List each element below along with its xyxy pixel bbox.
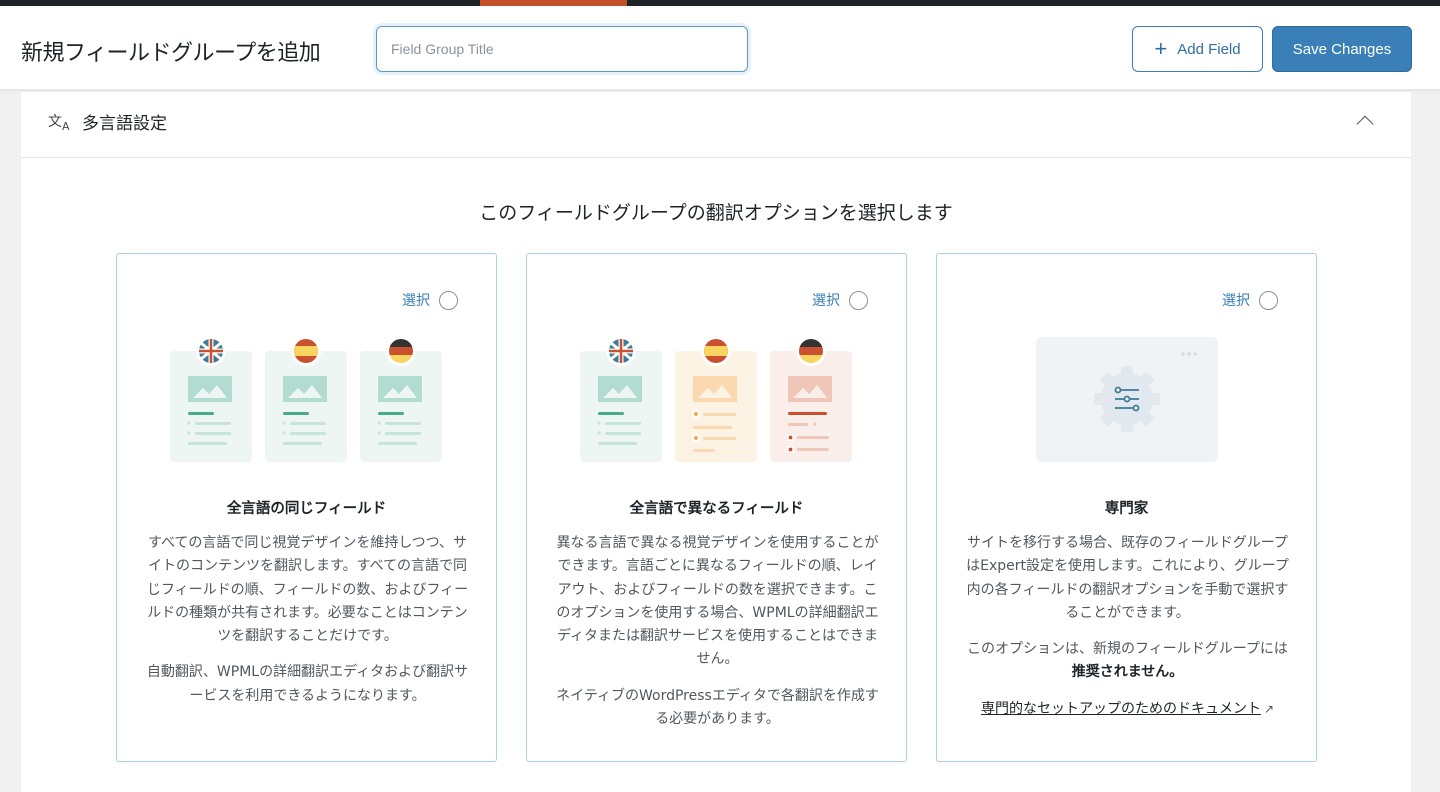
page-header: 新規フィールドグループを追加 + Add Field Save Changes [0, 6, 1440, 90]
select-label: 選択 [812, 293, 840, 309]
recommendation-note: このオプションは、新規のフィールドグループには推奨されません。 [963, 638, 1292, 685]
add-field-button[interactable]: + Add Field [1132, 26, 1263, 72]
expert-illustration [1036, 337, 1218, 462]
panel-header[interactable]: 文A 多言語設定 [21, 92, 1411, 158]
select-label: 選択 [402, 293, 430, 309]
uk-flag-icon [606, 336, 636, 366]
save-changes-button[interactable]: Save Changes [1272, 26, 1412, 72]
different-fields-illustration [580, 336, 852, 462]
card-title: 全言語で異なるフィールド [629, 501, 804, 517]
translate-icon: 文A [48, 114, 70, 133]
external-link-icon: ↗ [1263, 701, 1275, 716]
note-text: このオプションは、新規のフィールドグループには [967, 641, 1288, 658]
germany-flag-icon [386, 336, 416, 366]
card-description: サイトを移行する場合、既存のフィールドグループはExpert設定を使用します。こ… [963, 532, 1292, 734]
select-label: 選択 [1222, 293, 1250, 309]
multilingual-settings-panel: 文A 多言語設定 このフィールドグループの翻訳オプションを選択します 選択 全言… [21, 92, 1411, 792]
page-title: 新規フィールドグループを追加 [21, 41, 321, 66]
same-fields-illustration [170, 336, 442, 462]
card-title: 全言語の同じフィールド [226, 501, 387, 517]
select-radio[interactable]: 選択 [402, 290, 458, 310]
card-description: 異なる言語で異なる視覚デザインを使用することができます。言語ごとに異なるフィール… [553, 532, 882, 744]
plus-icon: + [1154, 36, 1168, 61]
uk-flag-icon [196, 336, 226, 366]
field-group-title-input[interactable] [376, 26, 748, 72]
select-radio[interactable]: 選択 [812, 290, 868, 310]
card-description: すべての言語で同じ視覚デザインを維持しつつ、サイトのコンテンツを翻訳します。すべ… [143, 532, 472, 721]
description-paragraph: すべての言語で同じ視覚デザインを維持しつつ、サイトのコンテンツを翻訳します。すべ… [146, 535, 469, 645]
description-paragraph: ネイティブのWordPressエディタで各翻訳を作成する必要があります。 [556, 687, 879, 728]
description-paragraph: サイトを移行する場合、既存のフィールドグループはExpert設定を使用します。こ… [966, 535, 1289, 621]
option-card-same-fields[interactable]: 選択 全言語の同じフィールド すべての言語で同じ視覚デザインを維持しつつ、サイト… [116, 253, 497, 762]
radio-button[interactable] [439, 290, 458, 310]
description-paragraph: 異なる言語で異なる視覚デザインを使用することができます。言語ごとに異なるフィール… [556, 535, 879, 668]
note-bold: 推奨されません。 [1071, 664, 1184, 681]
option-card-expert[interactable]: 選択 専門家 サイトを移行する場合、既存のフィールドグループはExpert設定を… [936, 253, 1317, 762]
section-heading: このフィールドグループの翻訳オプションを選択します [479, 202, 953, 224]
documentation-link[interactable]: 専門的なセットアップのためのドキュメント [981, 701, 1261, 717]
radio-button[interactable] [1259, 290, 1278, 310]
radio-button[interactable] [849, 290, 868, 310]
chevron-up-icon[interactable] [1356, 115, 1374, 133]
add-field-label: Add Field [1177, 40, 1241, 58]
select-radio[interactable]: 選択 [1222, 290, 1278, 310]
spain-flag-icon [291, 336, 321, 366]
option-card-different-fields[interactable]: 選択 全言語で異なるフィールド 異なる言語で異なる視覚デザインを使用することがで… [526, 253, 907, 762]
spain-flag-icon [701, 336, 731, 366]
panel-title: 多言語設定 [82, 114, 167, 134]
card-title: 専門家 [1104, 501, 1149, 517]
germany-flag-icon [796, 336, 826, 366]
description-paragraph: 自動翻訳、WPMLの詳細翻訳エディタおよび翻訳サービスを利用できるようになります… [146, 664, 469, 704]
